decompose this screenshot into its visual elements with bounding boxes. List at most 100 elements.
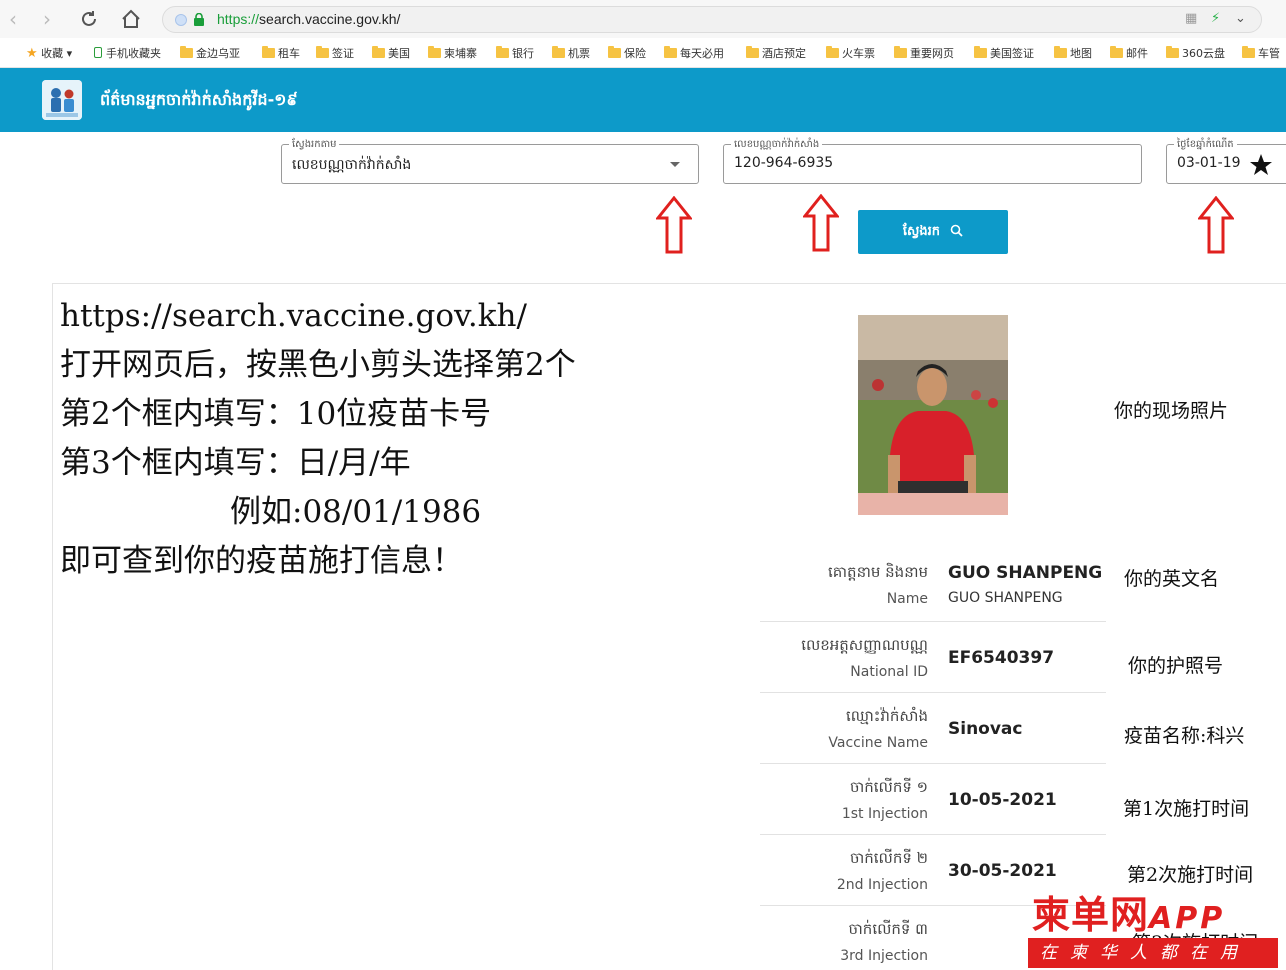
back-icon[interactable]: ‹: [0, 6, 26, 32]
bookmark-folder[interactable]: 银行: [496, 45, 534, 61]
bookmark-folder[interactable]: 签证: [316, 45, 354, 61]
folder-icon: [664, 46, 677, 58]
red-arrow-up-icon: [803, 194, 839, 252]
folder-icon: [1166, 46, 1179, 58]
row-divider: [760, 763, 1106, 764]
grid-icon[interactable]: ▦: [1185, 11, 1197, 26]
red-arrow-up-icon: [1198, 196, 1234, 254]
instruction-line: 打开网页后，按黑色小剪头选择第2个: [60, 347, 576, 383]
chevron-down-icon[interactable]: ⌄: [1235, 11, 1246, 26]
bookmark-folder[interactable]: 车管: [1242, 45, 1280, 61]
name-label: គោត្តនាម និងនាម Name: [828, 563, 928, 607]
search-button-label: ស្វែងរក: [902, 224, 940, 239]
person-photo: [858, 315, 1008, 515]
dose2-label-km: ចាក់លើកទី ២: [849, 849, 928, 867]
bookmark-folder[interactable]: 美国签证: [974, 45, 1034, 61]
folder-icon: [316, 46, 329, 58]
site-header: ព័ត៌មានអ្នកចាក់វ៉ាក់សាំងកូវីដ-១៩: [0, 68, 1286, 132]
card-number-field[interactable]: លេខបណ្ណចាក់វ៉ាក់សាំង 120-964-6935: [723, 137, 1142, 184]
bookmark-folder[interactable]: 邮件: [1110, 45, 1148, 61]
phone-icon: [94, 47, 102, 58]
instruction-line: https://search.vaccine.gov.kh/: [60, 298, 527, 334]
dose2-note: 第2次施打时间: [1127, 864, 1254, 886]
site-info-icon[interactable]: [175, 14, 187, 26]
card-number-label: លេខបណ្ណចាក់វ៉ាក់សាំង: [731, 137, 823, 152]
row-divider: [760, 621, 1106, 622]
dob-value: 03-01-19: [1177, 155, 1241, 171]
bookmark-folder[interactable]: 柬埔寨: [428, 45, 477, 61]
vaccine-label-en: Vaccine Name: [828, 735, 928, 751]
folder-icon: [1110, 46, 1123, 58]
folder-icon: [552, 46, 565, 58]
folder-icon: [496, 46, 509, 58]
row-divider: [760, 692, 1106, 693]
search-button[interactable]: ស្វែងរក: [858, 210, 1008, 254]
reload-icon[interactable]: [78, 8, 100, 30]
lock-icon: [194, 13, 204, 26]
forward-icon[interactable]: ›: [34, 6, 60, 32]
folder-icon: [262, 46, 275, 58]
folder-icon: [826, 46, 839, 58]
bookmark-mobile[interactable]: 手机收藏夹: [94, 45, 161, 61]
passport-note: 你的护照号: [1128, 655, 1224, 677]
folder-icon: [746, 46, 759, 58]
bookmark-folder[interactable]: 租车: [262, 45, 300, 61]
address-bar[interactable]: https://search.vaccine.gov.kh/ ▦ ⚡ ⌄: [162, 6, 1262, 33]
bookmark-folder[interactable]: 火车票: [826, 45, 875, 61]
url-scheme: https://: [217, 11, 260, 27]
bookmark-folder[interactable]: 机票: [552, 45, 590, 61]
instructions-text: https://search.vaccine.gov.kh/ 打开网页后，按黑色…: [60, 292, 576, 586]
dose3-label-en: 3rd Injection: [840, 948, 928, 964]
star-marker-icon: [1250, 154, 1272, 175]
search-type-select[interactable]: ស្វែងរកតាម លេខបណ្ណចាក់វ៉ាក់សាំង: [281, 137, 699, 184]
bookmark-favorites[interactable]: ★ 收藏 ▾: [26, 45, 72, 61]
bookmark-folder[interactable]: 每天必用: [664, 45, 724, 61]
id-value: EF6540397: [948, 648, 1055, 668]
watermark-slogan: 在柬华人都在用: [1028, 938, 1278, 968]
red-arrow-up-icon: [656, 196, 692, 254]
dob-label: ថ្ងៃខែឆ្នាំកំណើត: [1174, 137, 1237, 152]
bookmarks-bar: ★ 收藏 ▾ 手机收藏夹 金边乌亚 租车 签证 美国 柬埔寨 银行 机票 保险 …: [0, 38, 1286, 68]
bookmark-folder[interactable]: 重要网页: [894, 45, 954, 61]
folder-icon: [974, 46, 987, 58]
dropdown-arrow-icon[interactable]: [670, 162, 680, 167]
vaccine-label: ឈ្មោះវ៉ាក់សាំង Vaccine Name: [828, 707, 928, 751]
name-value: GUO SHANPENG: [948, 563, 1103, 583]
bookmark-folder[interactable]: 地图: [1054, 45, 1092, 61]
folder-icon: [1054, 46, 1067, 58]
page-title: ព័ត៌មានអ្នកចាក់វ៉ាក់សាំងកូវីដ-១៩: [100, 90, 298, 109]
folder-icon: [372, 46, 385, 58]
watermark-brand: 柬单网APP: [1032, 884, 1225, 939]
url-text[interactable]: https://search.vaccine.gov.kh/: [217, 11, 400, 27]
name-value-secondary: GUO SHANPENG: [948, 590, 1063, 606]
dose1-label: ចាក់លើកទី ១ 1st Injection: [842, 778, 928, 822]
id-label-km: លេខអត្តសញ្ញាណបណ្ណ: [801, 636, 928, 654]
bookmark-folder[interactable]: 保险: [608, 45, 646, 61]
watermark-brand-name: 柬单网: [1032, 893, 1150, 937]
bookmark-folder[interactable]: 酒店预定: [746, 45, 806, 61]
watermark: 柬单网APP 在柬华人都在用: [1028, 884, 1278, 970]
home-icon[interactable]: [120, 8, 142, 30]
dob-field[interactable]: ថ្ងៃខែឆ្នាំកំណើត 03-01-19: [1166, 137, 1286, 184]
bookmark-folder[interactable]: 美国: [372, 45, 410, 61]
bookmark-folder[interactable]: 金边乌亚: [180, 45, 240, 61]
dose2-value: 30-05-2021: [948, 861, 1057, 881]
browser-toolbar: ‹ › https://search.vaccine.gov.kh/ ▦ ⚡ ⌄: [0, 0, 1286, 38]
row-divider: [760, 834, 1106, 835]
instruction-line: 第2个框内填写：10位疫苗卡号: [60, 396, 492, 432]
star-icon: ★: [26, 46, 38, 61]
speed-icon[interactable]: ⚡: [1211, 11, 1220, 26]
search-icon: [950, 224, 963, 237]
vaccine-label-km: ឈ្មោះវ៉ាក់សាំង: [845, 707, 928, 725]
photo-note: 你的现场照片: [1114, 400, 1229, 422]
url-host: search.vaccine.gov.kh/: [259, 11, 401, 27]
instruction-line: 即可查到你的疫苗施打信息！: [60, 543, 463, 579]
id-label-en: National ID: [850, 664, 928, 680]
bookmark-folder[interactable]: 360云盘: [1166, 45, 1225, 61]
vaccine-note: 疫苗名称:科兴: [1124, 725, 1245, 747]
site-logo[interactable]: [42, 80, 82, 120]
instruction-line: 例如:08/01/1986: [230, 494, 482, 530]
folder-icon: [608, 46, 621, 58]
instruction-line: 第3个框内填写：日/月/年: [60, 445, 411, 481]
folder-icon: [894, 46, 907, 58]
